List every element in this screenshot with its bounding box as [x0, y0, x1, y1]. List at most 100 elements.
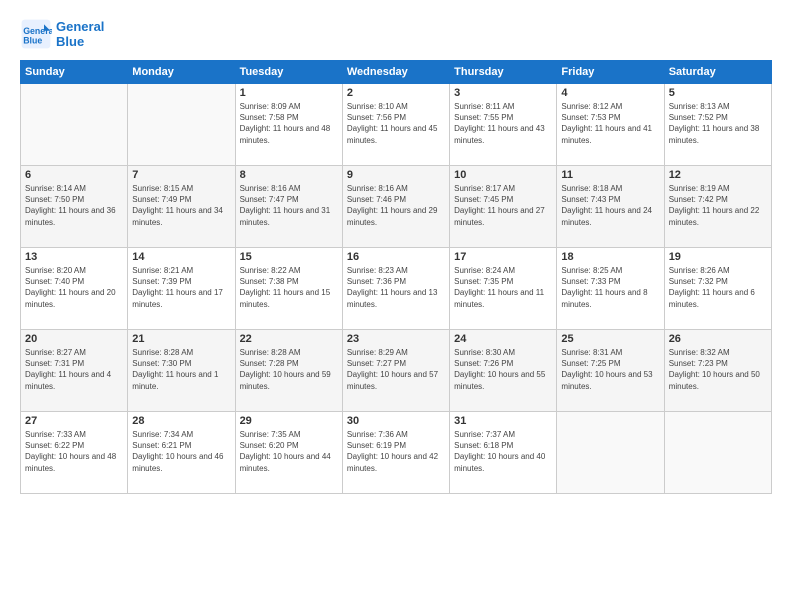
day-info: Sunrise: 8:11 AM Sunset: 7:55 PM Dayligh… [454, 101, 552, 146]
day-info: Sunrise: 7:34 AM Sunset: 6:21 PM Dayligh… [132, 429, 230, 474]
day-number: 30 [347, 415, 445, 427]
calendar-cell: 5 Sunrise: 8:13 AM Sunset: 7:52 PM Daylig… [664, 84, 771, 166]
day-number: 19 [669, 251, 767, 263]
day-info: Sunrise: 8:22 AM Sunset: 7:38 PM Dayligh… [240, 265, 338, 310]
calendar-cell: 1Sunrise: 8:09 AM Sunset: 7:58 PM Daylig… [235, 84, 342, 166]
day-info: Sunrise: 8:18 AM Sunset: 7:43 PM Dayligh… [561, 183, 659, 228]
calendar-cell: 13 Sunrise: 8:20 AM Sunset: 7:40 PM Dayli… [21, 248, 128, 330]
header-friday: Friday [557, 61, 664, 84]
calendar-week-4: 27 Sunrise: 7:33 AM Sunset: 6:22 PM Dayli… [21, 412, 772, 494]
svg-text:General: General [23, 26, 52, 36]
calendar-week-1: 6 Sunrise: 8:14 AM Sunset: 7:50 PM Daylig… [21, 166, 772, 248]
day-info: Sunrise: 8:26 AM Sunset: 7:32 PM Dayligh… [669, 265, 767, 310]
day-number: 5 [669, 87, 767, 99]
day-info: Sunrise: 7:36 AM Sunset: 6:19 PM Dayligh… [347, 429, 445, 474]
calendar-cell: 9Sunrise: 8:16 AM Sunset: 7:46 PM Daylig… [342, 166, 449, 248]
calendar-cell: 4Sunrise: 8:12 AM Sunset: 7:53 PM Daylig… [557, 84, 664, 166]
calendar-cell: 18 Sunrise: 8:25 AM Sunset: 7:33 PM Dayli… [557, 248, 664, 330]
day-info: Sunrise: 8:21 AM Sunset: 7:39 PM Dayligh… [132, 265, 230, 310]
day-number: 6 [25, 169, 123, 181]
day-info: Sunrise: 8:30 AM Sunset: 7:26 PM Dayligh… [454, 347, 552, 392]
day-info: Sunrise: 8:28 AM Sunset: 7:28 PM Dayligh… [240, 347, 338, 392]
day-info: Sunrise: 8:09 AM Sunset: 7:58 PM Dayligh… [240, 101, 338, 146]
day-number: 22 [240, 333, 338, 345]
day-number: 13 [25, 251, 123, 263]
calendar-cell: 21 Sunrise: 8:28 AM Sunset: 7:30 PM Dayli… [128, 330, 235, 412]
day-info: Sunrise: 7:35 AM Sunset: 6:20 PM Dayligh… [240, 429, 338, 474]
calendar-cell: 6 Sunrise: 8:14 AM Sunset: 7:50 PM Daylig… [21, 166, 128, 248]
day-number: 11 [561, 169, 659, 181]
day-info: Sunrise: 8:17 AM Sunset: 7:45 PM Dayligh… [454, 183, 552, 228]
calendar-cell: 28 Sunrise: 7:34 AM Sunset: 6:21 PM Dayli… [128, 412, 235, 494]
calendar-cell: 26 Sunrise: 8:32 AM Sunset: 7:23 PM Dayli… [664, 330, 771, 412]
header-sunday: Sunday [21, 61, 128, 84]
day-number: 18 [561, 251, 659, 263]
day-number: 20 [25, 333, 123, 345]
calendar-cell: 14 Sunrise: 8:21 AM Sunset: 7:39 PM Dayli… [128, 248, 235, 330]
day-info: Sunrise: 8:16 AM Sunset: 7:47 PM Dayligh… [240, 183, 338, 228]
day-info: Sunrise: 8:19 AM Sunset: 7:42 PM Dayligh… [669, 183, 767, 228]
day-info: Sunrise: 8:25 AM Sunset: 7:33 PM Dayligh… [561, 265, 659, 310]
logo-text: GeneralBlue [56, 19, 104, 49]
calendar-cell: 22 Sunrise: 8:28 AM Sunset: 7:28 PM Dayli… [235, 330, 342, 412]
day-info: Sunrise: 8:28 AM Sunset: 7:30 PM Dayligh… [132, 347, 230, 392]
day-info: Sunrise: 8:24 AM Sunset: 7:35 PM Dayligh… [454, 265, 552, 310]
day-number: 23 [347, 333, 445, 345]
calendar-cell [21, 84, 128, 166]
calendar-cell: 23 Sunrise: 8:29 AM Sunset: 7:27 PM Dayli… [342, 330, 449, 412]
calendar-cell: 10 Sunrise: 8:17 AM Sunset: 7:45 PM Dayli… [450, 166, 557, 248]
header-tuesday: Tuesday [235, 61, 342, 84]
day-info: Sunrise: 8:23 AM Sunset: 7:36 PM Dayligh… [347, 265, 445, 310]
day-number: 16 [347, 251, 445, 263]
calendar-cell [128, 84, 235, 166]
calendar-cell: 3 Sunrise: 8:11 AM Sunset: 7:55 PM Daylig… [450, 84, 557, 166]
day-number: 27 [25, 415, 123, 427]
day-number: 24 [454, 333, 552, 345]
day-info: Sunrise: 8:10 AM Sunset: 7:56 PM Dayligh… [347, 101, 445, 146]
day-number: 7 [132, 169, 230, 181]
calendar-cell: 19 Sunrise: 8:26 AM Sunset: 7:32 PM Dayli… [664, 248, 771, 330]
day-info: Sunrise: 8:27 AM Sunset: 7:31 PM Dayligh… [25, 347, 123, 392]
day-number: 9 [347, 169, 445, 181]
day-number: 8 [240, 169, 338, 181]
calendar-cell [557, 412, 664, 494]
day-info: Sunrise: 8:14 AM Sunset: 7:50 PM Dayligh… [25, 183, 123, 228]
calendar-cell: 30 Sunrise: 7:36 AM Sunset: 6:19 PM Dayli… [342, 412, 449, 494]
calendar-cell: 25 Sunrise: 8:31 AM Sunset: 7:25 PM Dayli… [557, 330, 664, 412]
calendar-cell: 24 Sunrise: 8:30 AM Sunset: 7:26 PM Dayli… [450, 330, 557, 412]
day-number: 3 [454, 87, 552, 99]
day-number: 25 [561, 333, 659, 345]
calendar-cell [664, 412, 771, 494]
day-number: 17 [454, 251, 552, 263]
logo: General Blue GeneralBlue [20, 18, 104, 50]
calendar-cell: 8 Sunrise: 8:16 AM Sunset: 7:47 PM Daylig… [235, 166, 342, 248]
day-info: Sunrise: 8:15 AM Sunset: 7:49 PM Dayligh… [132, 183, 230, 228]
day-info: Sunrise: 8:32 AM Sunset: 7:23 PM Dayligh… [669, 347, 767, 392]
calendar-cell: 31Sunrise: 7:37 AM Sunset: 6:18 PM Dayli… [450, 412, 557, 494]
day-number: 29 [240, 415, 338, 427]
header-wednesday: Wednesday [342, 61, 449, 84]
day-number: 14 [132, 251, 230, 263]
day-info: Sunrise: 8:31 AM Sunset: 7:25 PM Dayligh… [561, 347, 659, 392]
header-thursday: Thursday [450, 61, 557, 84]
calendar-cell: 12 Sunrise: 8:19 AM Sunset: 7:42 PM Dayli… [664, 166, 771, 248]
calendar-cell: 2Sunrise: 8:10 AM Sunset: 7:56 PM Daylig… [342, 84, 449, 166]
calendar-cell: 27 Sunrise: 7:33 AM Sunset: 6:22 PM Dayli… [21, 412, 128, 494]
calendar-cell: 20 Sunrise: 8:27 AM Sunset: 7:31 PM Dayli… [21, 330, 128, 412]
day-info: Sunrise: 8:20 AM Sunset: 7:40 PM Dayligh… [25, 265, 123, 310]
day-info: Sunrise: 8:12 AM Sunset: 7:53 PM Dayligh… [561, 101, 659, 146]
day-info: Sunrise: 8:13 AM Sunset: 7:52 PM Dayligh… [669, 101, 767, 146]
day-info: Sunrise: 7:33 AM Sunset: 6:22 PM Dayligh… [25, 429, 123, 474]
calendar-cell: 15Sunrise: 8:22 AM Sunset: 7:38 PM Dayli… [235, 248, 342, 330]
day-info: Sunrise: 8:29 AM Sunset: 7:27 PM Dayligh… [347, 347, 445, 392]
calendar-cell: 16 Sunrise: 8:23 AM Sunset: 7:36 PM Dayli… [342, 248, 449, 330]
logo-icon: General Blue [20, 18, 52, 50]
day-number: 26 [669, 333, 767, 345]
calendar-week-0: 1Sunrise: 8:09 AM Sunset: 7:58 PM Daylig… [21, 84, 772, 166]
day-number: 21 [132, 333, 230, 345]
header-monday: Monday [128, 61, 235, 84]
day-number: 12 [669, 169, 767, 181]
day-number: 28 [132, 415, 230, 427]
day-number: 10 [454, 169, 552, 181]
calendar-cell: 11 Sunrise: 8:18 AM Sunset: 7:43 PM Dayli… [557, 166, 664, 248]
